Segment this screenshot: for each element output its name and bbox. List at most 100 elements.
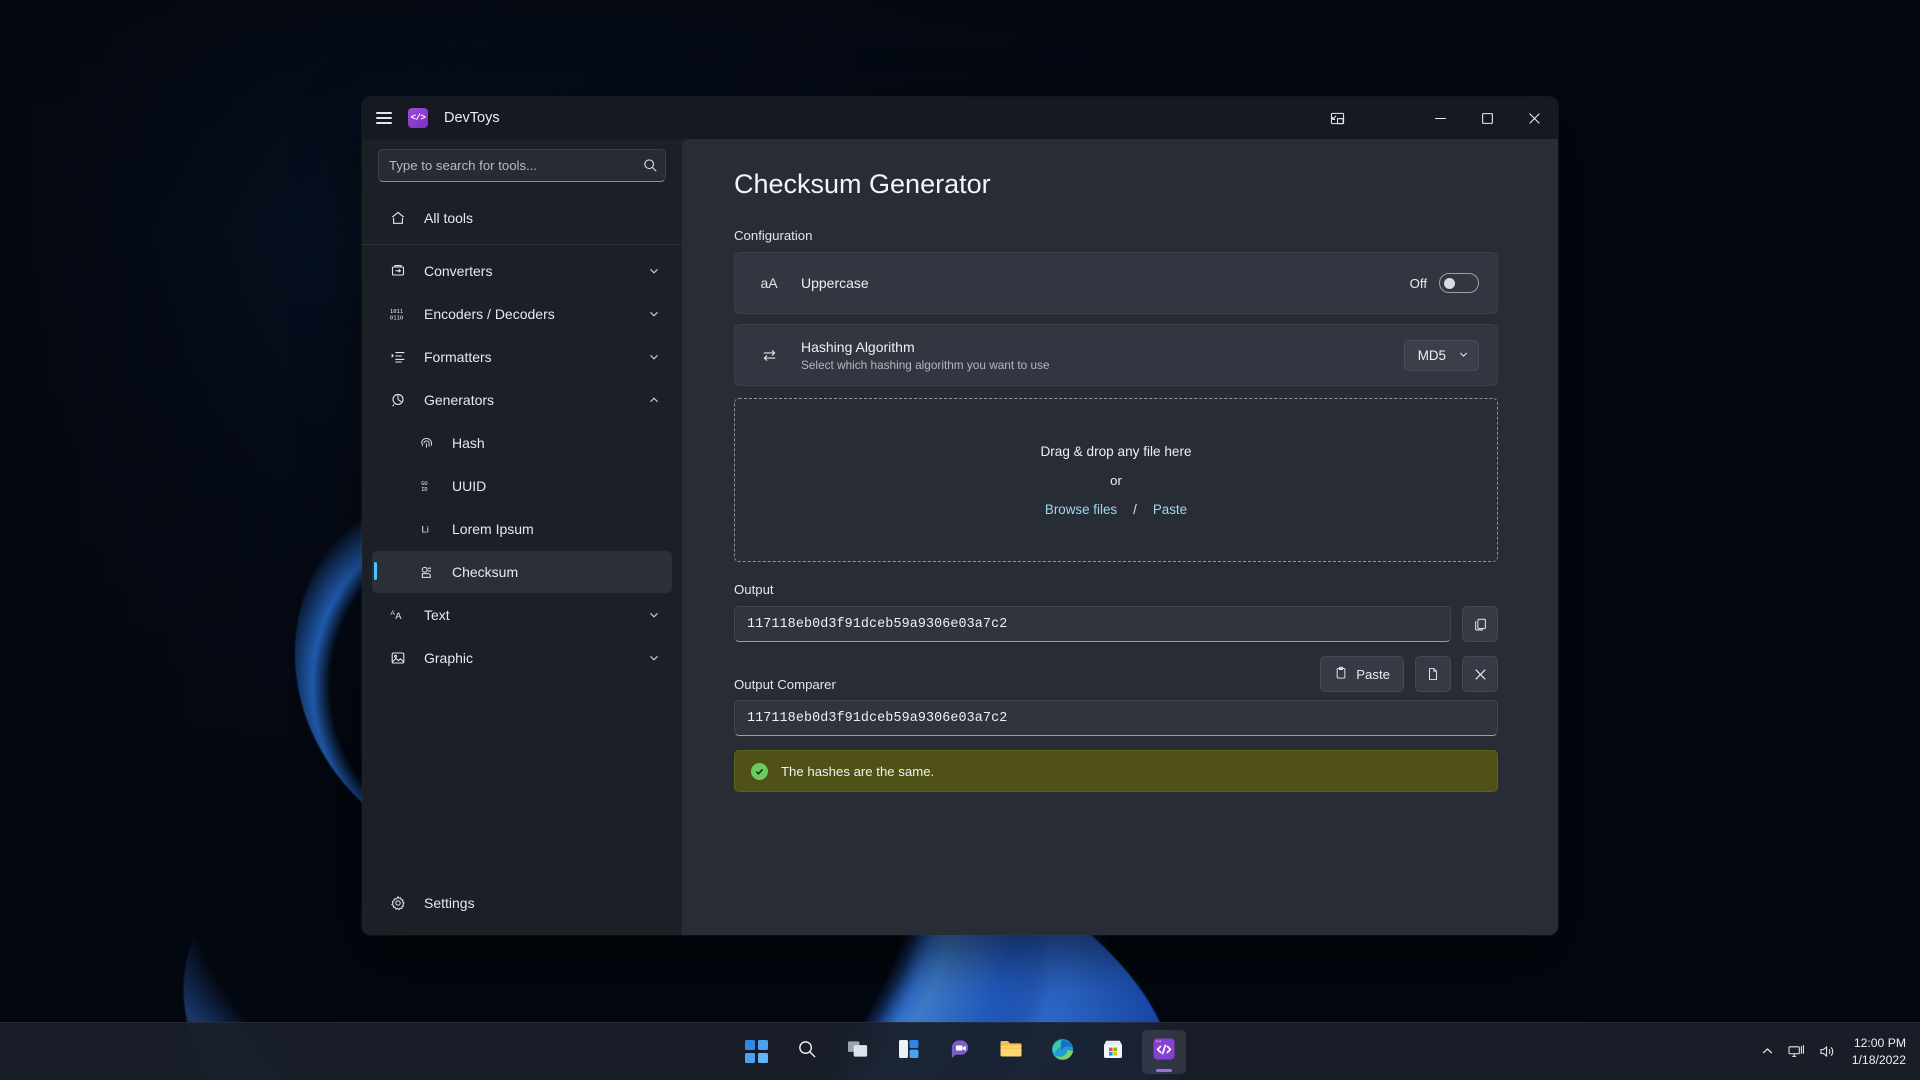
clock-date: 1/18/2022 [1851,1052,1906,1067]
output-comparer-value[interactable]: 117118eb0d3f91dceb59a9306e03a7c2 [734,700,1498,736]
close-icon[interactable] [1511,97,1558,139]
chevron-down-icon [648,609,660,621]
gear-icon [384,895,412,911]
sidebar-item-label: UUID [452,478,487,494]
hashing-algorithm-text: Hashing Algorithm Select which hashing a… [801,339,1404,372]
devtoys-window: </> DevToys Type to search for tools... … [362,97,1558,935]
comparison-result-banner: The hashes are the same. [734,750,1498,792]
minimize-icon[interactable] [1417,97,1464,139]
chevron-down-icon [1458,348,1469,363]
checksum-icon [412,565,440,580]
chevron-down-icon [648,265,660,277]
microsoft-store-button[interactable] [1091,1030,1135,1074]
search-input[interactable] [379,158,635,173]
clock[interactable]: 12:00 PM 1/18/2022 [1852,1035,1906,1068]
widgets-button[interactable] [887,1030,931,1074]
start-button[interactable] [734,1030,778,1074]
network-icon[interactable] [1788,1044,1805,1059]
copy-icon[interactable] [1462,606,1498,642]
binary-icon: 1011 0110 [384,306,412,322]
chat-button[interactable] [938,1030,982,1074]
sidebar-item-label: Text [424,607,450,623]
sidebar-divider [362,244,682,245]
svg-text:1011: 1011 [390,309,403,315]
formatters-icon [384,349,412,365]
windows-logo-icon [744,1040,768,1063]
sidebar-item-graphic[interactable]: Graphic [372,637,672,679]
output-row: 117118eb0d3f91dceb59a9306e03a7c2 [734,606,1498,642]
configuration-label: Configuration [734,228,813,243]
sidebar-item-label: Generators [424,392,495,408]
sidebar-item-hash[interactable]: Hash [372,422,672,464]
edge-icon [1051,1038,1074,1066]
file-explorer-button[interactable] [989,1030,1033,1074]
sidebar-item-settings[interactable]: Settings [372,882,672,924]
chevron-up-icon [648,394,660,406]
devtoys-button[interactable] [1142,1029,1186,1074]
clipboard-icon [1334,666,1348,683]
taskbar: 12:00 PM 1/18/2022 [0,1022,1920,1080]
compact-overlay-icon[interactable] [1314,97,1361,139]
sidebar-item-all-tools[interactable]: All tools [372,197,672,239]
sidebar-item-uuid[interactable]: GU ID UUID [372,465,672,507]
window-controls [1314,97,1558,139]
sidebar-item-label: Converters [424,263,493,279]
file-icon[interactable] [1415,656,1451,692]
task-view-icon [847,1038,870,1065]
search-icon[interactable] [635,158,665,173]
swap-arrows-icon [753,347,785,364]
svg-text:Li: Li [422,524,429,535]
sidebar-item-label: Checksum [452,564,519,580]
folder-icon [999,1038,1023,1065]
output-comparer-label: Output Comparer [734,677,836,692]
widgets-icon [898,1038,920,1065]
window-title: DevToys [444,110,500,126]
desktop: </> DevToys Type to search for tools... … [0,0,1920,1080]
window-body: All tools Converters [362,139,1558,935]
hashing-algorithm-dropdown[interactable]: MD5 [1403,339,1479,371]
sidebar-item-encoders-decoders[interactable]: 1011 0110 Encoders / Decoders [372,293,672,335]
maximize-icon[interactable] [1464,97,1511,139]
dropzone-or-text: or [1110,472,1122,488]
search-button[interactable] [785,1030,829,1074]
dropzone-separator: / [1133,501,1137,517]
browse-files-link[interactable]: Browse files [1045,502,1117,517]
microsoft-edge-button[interactable] [1040,1030,1084,1074]
sidebar-item-label: Formatters [424,349,492,365]
main-content: Checksum Generator Configuration aA Uppe… [682,139,1558,935]
toggle-knob [1444,278,1455,289]
uppercase-toggle-state: Off [1409,275,1427,291]
text-icon: A A [384,607,412,623]
sidebar-item-lorem-ipsum[interactable]: Li Lorem Ipsum [372,508,672,550]
output-comparer-buttons: Paste [1320,656,1498,692]
page-title: Checksum Generator [734,169,991,199]
image-icon [384,650,412,666]
task-view-button[interactable] [836,1030,880,1074]
clear-comparer-close-icon[interactable] [1462,656,1498,692]
hashing-algorithm-subtitle: Select which hashing algorithm you want … [801,357,1050,372]
sidebar-item-label: Lorem Ipsum [452,521,534,537]
search-icon [797,1039,818,1065]
volume-icon[interactable] [1819,1044,1836,1059]
sidebar-item-formatters[interactable]: Formatters [372,336,672,378]
dropzone-main-text: Drag & drop any file here [1040,443,1192,459]
file-dropzone[interactable]: Drag & drop any file here or Browse file… [734,398,1498,562]
sidebar-item-checksum[interactable]: Checksum [372,551,672,593]
paste-button-label: Paste [1356,666,1390,682]
uppercase-toggle-group: Off [1410,273,1479,293]
search-container [362,143,682,196]
uppercase-toggle[interactable] [1439,273,1479,293]
paste-button[interactable]: Paste [1320,656,1404,692]
taskbar-apps [734,1029,1186,1074]
sidebar-item-label: Graphic [424,650,474,666]
chevron-up-icon[interactable] [1761,1045,1774,1058]
sidebar-item-text[interactable]: A A Text [372,594,672,636]
sidebar-item-converters[interactable]: Converters [372,250,672,292]
converters-icon [384,263,412,279]
paste-link[interactable]: Paste [1153,502,1187,517]
svg-text:A: A [395,611,402,622]
output-value[interactable]: 117118eb0d3f91dceb59a9306e03a7c2 [734,606,1451,642]
hamburger-menu-icon[interactable] [362,97,406,139]
search-box[interactable] [378,149,666,182]
sidebar-item-generators[interactable]: Generators [372,379,672,421]
